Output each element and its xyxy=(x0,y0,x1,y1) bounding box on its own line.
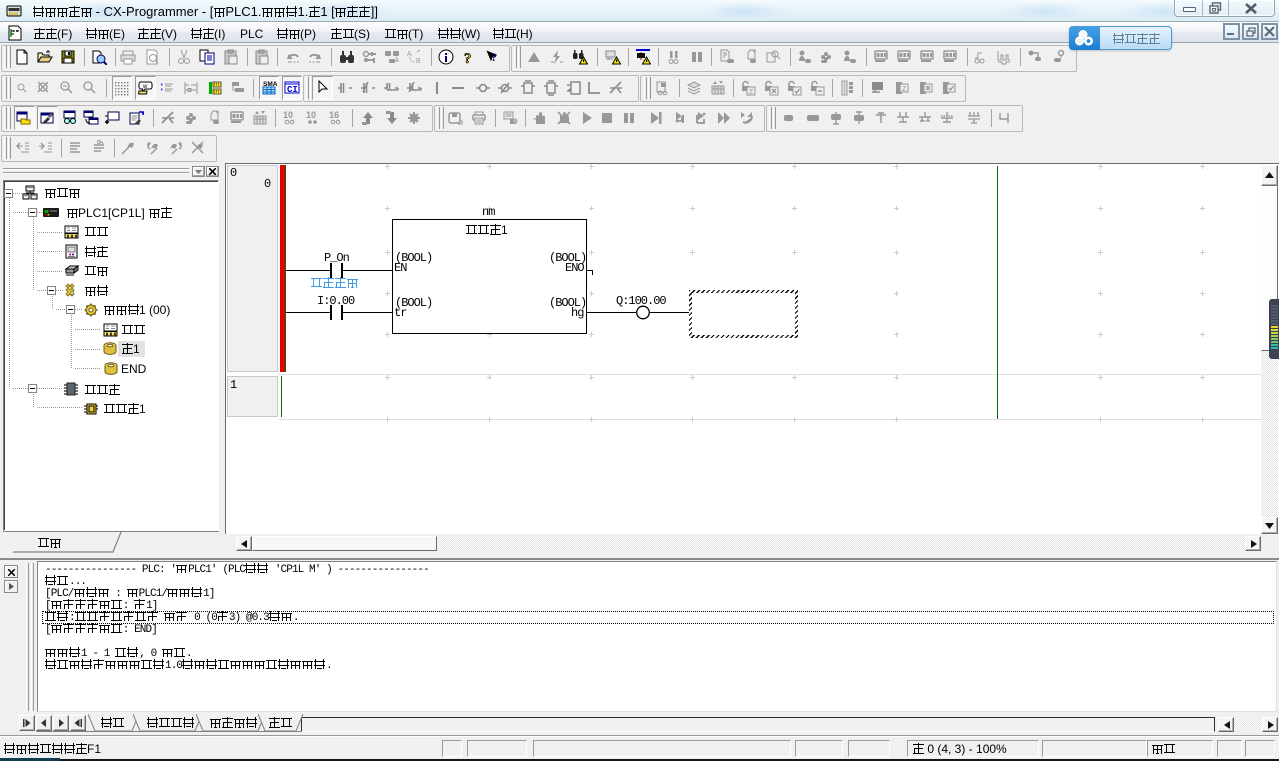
svg-text:?: ? xyxy=(491,50,497,64)
svg-text:10: 10 xyxy=(306,110,316,120)
svg-text:10: 10 xyxy=(283,110,293,120)
svg-text:B: B xyxy=(416,58,421,65)
svg-text:16: 16 xyxy=(329,110,339,120)
svg-text:Z: Z xyxy=(749,89,754,96)
svg-text:w: w xyxy=(142,84,148,90)
svg-text:?: ? xyxy=(464,51,472,65)
svg-text:CI: CI xyxy=(287,85,298,95)
svg-text:A: A xyxy=(407,51,412,58)
svg-text:Z: Z xyxy=(902,86,907,93)
